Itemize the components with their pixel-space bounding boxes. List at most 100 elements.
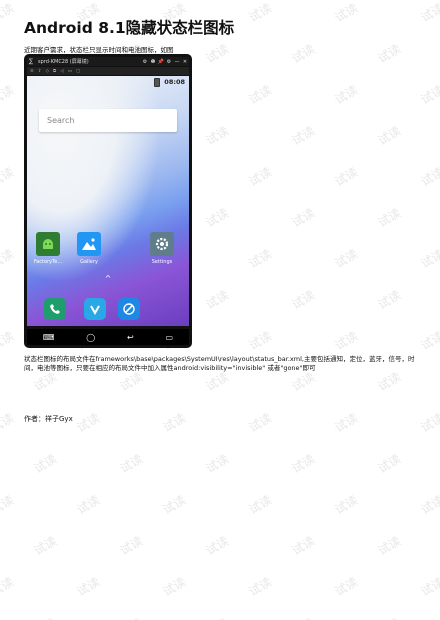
watermark-text: 试读: [375, 123, 404, 148]
upload-icon[interactable]: ⇪: [38, 69, 42, 74]
copy-icon[interactable]: ⧉: [53, 68, 56, 74]
watermark-text: 试读: [289, 123, 318, 148]
menu-icon[interactable]: ≡: [30, 69, 34, 74]
watermark-text: 试读: [246, 328, 275, 353]
watermark-text: 试读: [74, 574, 103, 599]
app-drawer-chevron-icon[interactable]: ^: [27, 274, 189, 283]
watermark-text: 试读: [332, 574, 361, 599]
watermark-text: 试读: [117, 533, 146, 558]
author-line: 作者：祥子Gyx: [24, 415, 73, 423]
document-title: Android 8.1隐藏状态栏图标: [24, 19, 235, 37]
watermark-text: 试读: [117, 451, 146, 476]
app-label: FactoryTe...: [33, 259, 63, 265]
watermark-text: 试读: [375, 451, 404, 476]
app-gallery[interactable]: Gallery: [74, 232, 104, 265]
watermark-text: 试读: [332, 0, 361, 25]
pin-icon[interactable]: 📌: [157, 59, 165, 65]
watermark-text: 试读: [418, 164, 440, 189]
watermark-text: 试读: [288, 614, 317, 620]
gear-icon[interactable]: ⚙: [165, 59, 173, 65]
mirror-window-titlebar: ∑ sprd-KMC28 (屏幕镜) ⚙ ❶ 📌 ⚙ — ✕: [27, 57, 189, 66]
watermark-text: 试读: [332, 328, 361, 353]
recents-icon[interactable]: ▭: [165, 333, 173, 342]
watermark-text: 试读: [203, 287, 232, 312]
keyboard-icon[interactable]: ⌨: [43, 333, 55, 342]
watermark-text: 试读: [246, 410, 275, 435]
status-bar: 08:08: [27, 76, 189, 88]
watermark-text: 试读: [332, 82, 361, 107]
app-settings[interactable]: Settings: [147, 232, 177, 265]
watermark-text: 试读: [74, 410, 103, 435]
home-icon[interactable]: ◯: [86, 333, 95, 342]
navigation-bar: ⌨ ◯ ↩ ▭: [27, 329, 189, 345]
watermark-text: 试读: [31, 533, 60, 558]
watermark-text: 试读: [332, 410, 361, 435]
app-factorytest[interactable]: FactoryTe...: [33, 232, 63, 265]
watermark-text: 试读: [246, 164, 275, 189]
watermark-text: 试读: [116, 614, 145, 620]
watermark-text: 试读: [375, 369, 404, 394]
android-icon: [36, 232, 60, 256]
square-icon[interactable]: ▢: [76, 69, 80, 74]
watermark-text: 试读: [203, 451, 232, 476]
watermark-text: 试读: [74, 492, 103, 517]
watermark-text: 试读: [117, 369, 146, 394]
info-icon[interactable]: ❶: [149, 59, 157, 65]
watermark-text: 试读: [203, 123, 232, 148]
watermark-text: 试读: [289, 451, 318, 476]
watermark-text: 试读: [289, 41, 318, 66]
watermark-text: 试读: [332, 246, 361, 271]
app-label: Settings: [151, 259, 173, 265]
watermark-text: 试读: [375, 205, 404, 230]
gear-icon: [150, 232, 174, 256]
watermark-text: 试读: [375, 41, 404, 66]
battery-icon: [154, 77, 161, 87]
phone-screenshot: ∑ sprd-KMC28 (屏幕镜) ⚙ ❶ 📌 ⚙ — ✕ ≡ ⇪ ◇ ⧉ ◁…: [24, 54, 192, 348]
watermark-text: 试读: [418, 328, 440, 353]
watermark-text: 试读: [0, 0, 17, 25]
watermark-text: 试读: [30, 614, 59, 620]
settings-icon[interactable]: ⚙: [141, 59, 149, 65]
watermark-text: 试读: [418, 410, 440, 435]
shape-icon[interactable]: ◇: [46, 69, 49, 74]
watermark-text: 试读: [202, 614, 231, 620]
watermark-text: 试读: [246, 492, 275, 517]
back-icon[interactable]: ↩: [127, 333, 134, 342]
watermark-text: 试读: [246, 574, 275, 599]
watermark-text: 试读: [0, 164, 17, 189]
watermark-text: 试读: [0, 410, 17, 435]
watermark-text: 试读: [418, 246, 440, 271]
messages-icon[interactable]: [84, 298, 106, 320]
watermark-text: 试读: [31, 369, 60, 394]
watermark-text: 试读: [246, 0, 275, 25]
close-icon[interactable]: ✕: [181, 59, 189, 65]
watermark-text: 试读: [418, 492, 440, 517]
watermark-text: 试读: [332, 492, 361, 517]
body-paragraph: 状态栏图标的布局文件在frameworks\base\packages\Syst…: [24, 355, 415, 372]
watermark-text: 试读: [289, 369, 318, 394]
phone-icon[interactable]: [44, 298, 66, 320]
watermark-text: 试读: [375, 287, 404, 312]
watermark-text: 试读: [0, 574, 17, 599]
gallery-icon: [77, 232, 101, 256]
watermark-text: 试读: [203, 205, 232, 230]
intro-text: 近期客户需求，状态栏只显示时间和电池图标，如图: [24, 46, 174, 54]
watermark-text: 试读: [0, 328, 17, 353]
window-title: sprd-KMC28 (屏幕镜): [38, 59, 89, 65]
watermark-text: 试读: [332, 164, 361, 189]
android-home-screen: 08:08 Search FactoryTe... Gallery Settin…: [27, 76, 189, 326]
watermark-text: 试读: [289, 205, 318, 230]
search-widget[interactable]: Search: [39, 109, 177, 132]
watermark-text: 试读: [289, 533, 318, 558]
watermark-text: 试读: [160, 492, 189, 517]
watermark-text: 试读: [289, 287, 318, 312]
mirror-toolbar: ≡ ⇪ ◇ ⧉ ◁ ▭ ▢: [27, 67, 189, 75]
browser-icon[interactable]: [118, 298, 140, 320]
watermark-text: 试读: [31, 451, 60, 476]
watermark-text: 试读: [0, 82, 17, 107]
watermark-text: 试读: [0, 246, 17, 271]
status-time: 08:08: [164, 78, 185, 86]
back-icon[interactable]: ◁: [60, 69, 63, 74]
minimize-icon[interactable]: —: [173, 59, 181, 65]
window-icon[interactable]: ▭: [68, 69, 72, 74]
